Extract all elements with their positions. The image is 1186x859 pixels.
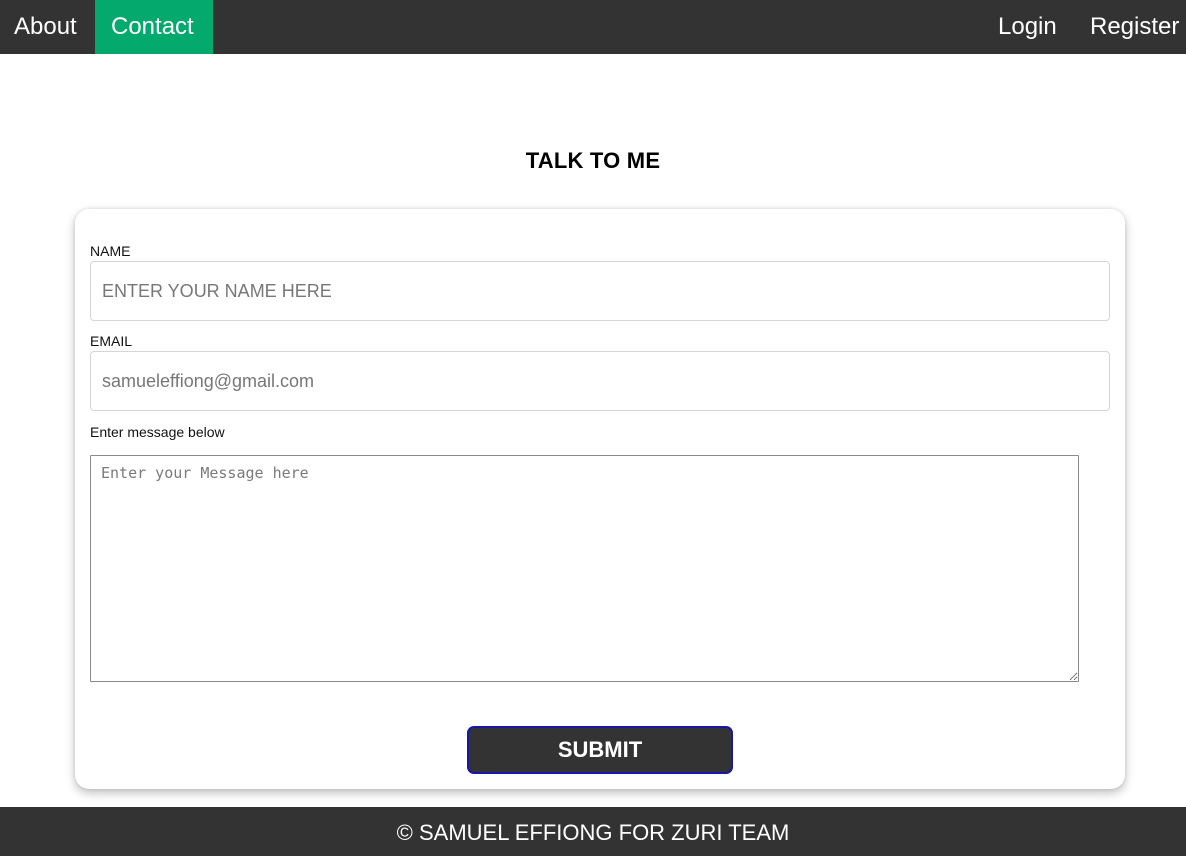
footer: © SAMUEL EFFIONG FOR ZURI TEAM bbox=[0, 807, 1186, 856]
name-input[interactable] bbox=[90, 261, 1110, 321]
message-label: Enter message below bbox=[90, 424, 225, 440]
submit-button[interactable]: SUBMIT bbox=[467, 726, 733, 774]
nav-link-contact[interactable]: Contact bbox=[95, 0, 213, 54]
email-label: EMAIL bbox=[90, 333, 133, 349]
contact-form-card: NAME EMAIL Enter message below SUBMIT bbox=[75, 209, 1125, 789]
nav-link-login[interactable]: Login bbox=[984, 0, 1071, 54]
email-input[interactable] bbox=[90, 351, 1110, 411]
nav-link-register[interactable]: Register bbox=[1076, 0, 1179, 54]
footer-copyright-text: © SAMUEL EFFIONG FOR ZURI TEAM bbox=[396, 820, 790, 845]
nav-link-about[interactable]: About bbox=[0, 0, 91, 54]
page-title: TALK TO ME bbox=[525, 148, 661, 173]
message-textarea[interactable] bbox=[90, 455, 1079, 682]
top-navbar: About Contact Login Register bbox=[0, 0, 1186, 54]
name-label: NAME bbox=[90, 243, 131, 259]
